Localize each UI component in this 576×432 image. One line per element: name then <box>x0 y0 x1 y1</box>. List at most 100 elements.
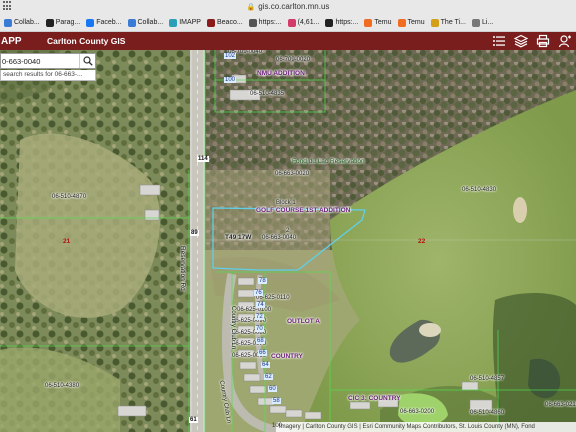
tab-label: Faceb... <box>96 19 122 26</box>
favicon-icon <box>364 18 373 27</box>
app-header: APP Carlton County GIS <box>0 32 576 50</box>
lot-number: 62 <box>264 374 273 380</box>
lot-number: 72 <box>255 314 264 320</box>
tab-strip: Collab... Parag... Faceb... Collab... IMAPP B… <box>0 14 576 31</box>
parcel-label: 06-663-0020 <box>275 171 310 177</box>
browser-tab[interactable]: IMAPP <box>167 16 203 29</box>
lot-number: 68 <box>256 338 265 344</box>
browser-tab[interactable]: Temu <box>362 16 393 29</box>
lot-number: 78 <box>258 278 267 284</box>
subdivision-label: GOLF COURSE 1ST ADDITION <box>256 207 351 214</box>
browser-chrome: 🔒 gis.co.carlton.mn.us Collab... Parag...… <box>0 0 576 32</box>
browser-tab[interactable]: Collab... <box>126 16 166 29</box>
parcel-label: 06-663-0210 <box>545 402 576 408</box>
block-label: Block 1 <box>276 200 296 206</box>
lot-number: 66 <box>258 350 267 356</box>
section-number: 22 <box>418 238 426 245</box>
browser-tab[interactable]: Li... <box>470 16 495 29</box>
layers-icon[interactable] <box>513 34 529 48</box>
favicon-icon <box>248 18 257 27</box>
browser-tab[interactable]: (4,61... <box>286 16 322 29</box>
search-button[interactable] <box>79 54 95 68</box>
favicon-icon <box>4 18 12 27</box>
lot-number: 76 <box>254 290 263 296</box>
tab-label: Temu <box>407 19 425 26</box>
search-icon <box>82 56 93 66</box>
map-view[interactable]: 06-709-0040 06-709-0020 06-510-4835 06-663-… <box>0 50 576 432</box>
share-icon[interactable] <box>558 34 572 48</box>
tab-label: Temu <box>374 19 392 26</box>
reservation-label: Fond du Lac Reservation <box>292 158 365 165</box>
browser-tab[interactable]: https:... <box>247 16 284 29</box>
parcel-label: 06-510-4857 <box>470 376 505 382</box>
favicon-icon <box>287 18 296 27</box>
tab-label: https:... <box>335 19 359 26</box>
browser-tab[interactable]: Faceb... <box>84 16 123 29</box>
road-label: Reservation Rd <box>179 246 186 291</box>
tab-label: Li... <box>481 19 494 26</box>
subdivision-label: CIC 3: COUNTRY <box>348 395 401 402</box>
lot-number: 60 <box>268 386 277 392</box>
parcel-label: 06-625-0100 <box>237 307 272 313</box>
lot-number: 58 <box>272 398 281 404</box>
favicon-icon <box>397 18 406 27</box>
list-icon[interactable] <box>492 34 506 48</box>
route-shield-icon: 61 <box>189 417 198 423</box>
favicon-icon <box>45 18 54 27</box>
browser-tab[interactable]: Collab... <box>2 16 42 29</box>
tab-label: Beaco... <box>216 19 243 26</box>
favicon-icon <box>325 18 334 27</box>
township-label: T49 17W <box>225 234 252 241</box>
browser-tab[interactable]: Parag... <box>44 16 83 29</box>
browser-tab[interactable]: Temu <box>396 16 427 29</box>
tab-label: Parag... <box>55 19 81 26</box>
aerial-imagery[interactable] <box>0 50 576 432</box>
search-box[interactable] <box>0 53 96 69</box>
lot-label: 2 <box>286 228 290 234</box>
browser-tab[interactable]: The Ti... <box>429 16 468 29</box>
tab-label: (4,61... <box>297 19 320 26</box>
app-name: APP <box>1 35 22 47</box>
tab-grid-icon[interactable] <box>3 1 13 11</box>
subdivision-label: COUNTRY <box>271 353 303 360</box>
parcel-label: 06-709-0020 <box>276 57 311 63</box>
parcel-label: 06-663-0200 <box>400 409 435 415</box>
route-shield-icon: 114 <box>197 156 209 162</box>
parcel-label: 06-510-4835 <box>250 91 285 97</box>
lot-number: 102 <box>224 53 237 59</box>
search-suggestion[interactable]: search results for 06-663-... <box>0 70 96 81</box>
favicon-icon <box>86 18 95 27</box>
lock-icon: 🔒 <box>246 3 256 11</box>
favicon-icon <box>206 18 215 27</box>
subdivision-label: NMU ADDITION <box>257 70 305 77</box>
road-label: Country Club Ln <box>230 306 236 350</box>
tab-label: Collab... <box>137 19 164 26</box>
parcel-label: 06-510-4830 <box>462 187 497 193</box>
tab-label: The Ti... <box>440 19 466 26</box>
url-text[interactable]: gis.co.carlton.mn.us <box>258 2 329 11</box>
scale-text: 100 <box>272 423 283 429</box>
favicon-icon <box>430 18 439 27</box>
route-shield-icon: 89 <box>190 230 199 236</box>
lot-number: 100 <box>224 77 237 83</box>
lot-number: 70 <box>255 326 264 332</box>
print-icon[interactable] <box>536 34 550 48</box>
parcel-label: 06-663-0040 <box>262 235 297 241</box>
address-bar[interactable]: 🔒 gis.co.carlton.mn.us <box>0 0 576 13</box>
parcel-label: 06-510-4870 <box>52 194 87 200</box>
lot-number: 74 <box>256 302 265 308</box>
search-input[interactable] <box>1 56 79 66</box>
tab-label: Collab... <box>14 19 40 26</box>
subdivision-label: OUTLOT A <box>287 318 320 325</box>
parcel-label: 06-510-4380 <box>45 383 80 389</box>
map-attribution: Imagery | Carlton County GIS | Esri Comm… <box>276 422 576 432</box>
favicon-icon <box>471 18 480 27</box>
lot-number: 64 <box>261 362 270 368</box>
page-title: Carlton County GIS <box>47 36 126 46</box>
tab-label: https:... <box>258 19 282 26</box>
tab-label: IMAPP <box>179 19 201 26</box>
favicon-icon <box>169 18 178 27</box>
browser-tab[interactable]: Beaco... <box>205 16 245 29</box>
browser-tab[interactable]: https:... <box>323 16 360 29</box>
section-number: 21 <box>63 238 71 245</box>
